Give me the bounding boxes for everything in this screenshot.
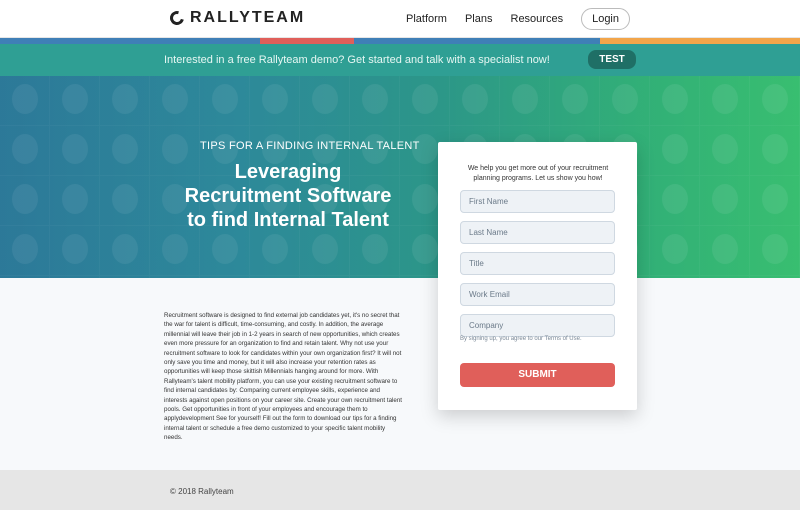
promo-text: Interested in a free Rallyteam demo? Get… — [164, 54, 550, 66]
rallyteam-logo[interactable]: RALLYTEAM — [167, 8, 306, 28]
top-header: RALLYTEAM Platform Plans Resources Login — [0, 0, 800, 38]
logo-text: RALLYTEAM — [190, 9, 306, 26]
title-field[interactable]: Title — [460, 252, 615, 275]
hero-kicker: TIPS FOR A FINDING INTERNAL TALENT — [200, 140, 420, 152]
promo-bar: Interested in a free Rallyteam demo? Get… — [0, 44, 800, 76]
test-button[interactable]: TEST — [588, 50, 636, 69]
logo-mark-icon — [167, 8, 187, 28]
hero-banner — [0, 76, 800, 278]
article-body: Recruitment software is designed to find… — [164, 312, 402, 442]
last-name-field[interactable]: Last Name — [460, 221, 615, 244]
nav-platform[interactable]: Platform — [406, 13, 447, 25]
hero-title: Leveraging Recruitment Software to find … — [184, 161, 392, 231]
footer: © 2018 Rallyteam — [0, 470, 800, 510]
submit-button[interactable]: SUBMIT — [460, 363, 615, 387]
terms-note[interactable]: By signing up, you agree to our Terms of… — [460, 336, 582, 342]
form-intro: We help you get more out of your recruit… — [467, 165, 609, 182]
main-nav: Platform Plans Resources Login — [406, 8, 630, 30]
nav-plans[interactable]: Plans — [465, 13, 493, 25]
first-name-field[interactable]: First Name — [460, 190, 615, 213]
demo-form-card: We help you get more out of your recruit… — [438, 142, 637, 410]
login-button[interactable]: Login — [581, 8, 630, 30]
company-field[interactable]: Company — [460, 314, 615, 337]
hero-gradient-overlay — [0, 76, 800, 278]
work-email-field[interactable]: Work Email — [460, 283, 615, 306]
copyright-text: © 2018 Rallyteam — [170, 487, 234, 496]
nav-resources[interactable]: Resources — [511, 13, 564, 25]
